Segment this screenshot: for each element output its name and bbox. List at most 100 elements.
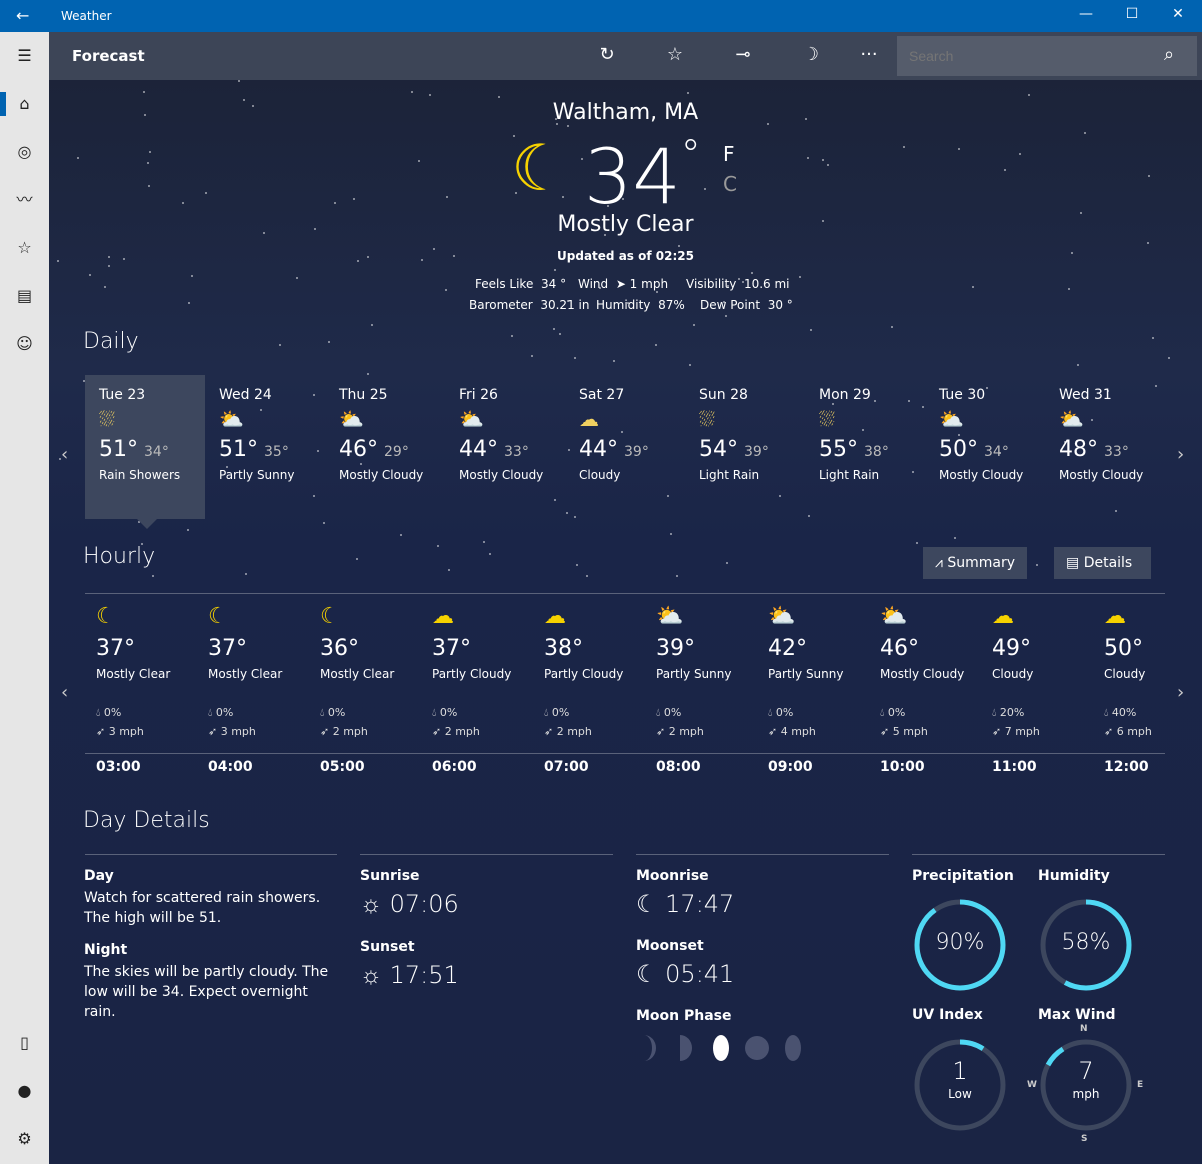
phone-icon[interactable]: ▯ xyxy=(0,1023,49,1063)
hourly-item: ⛅ 42° Partly Sunny 💧︎ 0% ➶ 4 mph 09:00 xyxy=(768,604,880,804)
details-button[interactable]: ▤ Details xyxy=(1054,547,1151,579)
daily-day-card[interactable]: Tue 30 ⛅ 50° 34° Mostly Cloudy xyxy=(925,375,1045,519)
daily-prev-arrow-icon[interactable]: ‹ xyxy=(61,444,68,465)
rain-showers-icon: ⛆ xyxy=(99,407,115,431)
news-icon[interactable]: ▤ xyxy=(0,276,49,316)
hourly-item: ⛅ 46° Mostly Cloudy 💧︎ 0% ➶ 5 mph 10:00 xyxy=(880,604,992,804)
star-decoration xyxy=(149,150,152,153)
day-text: Watch for scattered rain showers. The hi… xyxy=(84,890,321,926)
moon-phase-label: Moon Phase xyxy=(636,1008,732,1024)
daily-day-card[interactable]: Mon 29 ⛆ 55° 38° Light Rain xyxy=(805,375,925,519)
stat-label: Wind xyxy=(578,277,609,291)
star-decoration xyxy=(903,145,906,148)
hour-precip: 0% xyxy=(663,706,682,719)
hour-temp: 42° xyxy=(768,636,807,661)
star-decoration xyxy=(181,201,184,204)
star-decoration xyxy=(612,360,615,363)
refresh-icon[interactable]: ↻ xyxy=(592,44,622,65)
hour-wind: 6 mph xyxy=(1116,725,1152,738)
star-decoration xyxy=(675,574,678,577)
daily-day-card[interactable]: Tue 23 ⛆ 51° 34° Rain Showers xyxy=(85,375,205,519)
summary-button[interactable]: ⩘ Summary xyxy=(923,547,1028,579)
hour-temp: 38° xyxy=(544,636,583,661)
star-decoration xyxy=(334,201,337,204)
settings-gear-icon[interactable]: ⚙ xyxy=(0,1119,49,1159)
star-decoration xyxy=(531,355,534,358)
star-decoration xyxy=(891,326,894,329)
star-decoration xyxy=(678,245,681,248)
location-name: Waltham, MA xyxy=(552,100,699,125)
celsius-toggle[interactable]: C xyxy=(723,172,737,196)
stat-value: 34 ° xyxy=(540,277,567,291)
home-icon[interactable]: ⌂ xyxy=(0,84,49,124)
maximize-icon[interactable]: ☐ xyxy=(1117,6,1147,22)
wind-direction-icon: ➶ xyxy=(208,725,218,738)
hour-condition: Mostly Cloudy xyxy=(880,667,965,681)
more-options-icon[interactable]: ··· xyxy=(854,44,884,65)
day-condition: Light Rain xyxy=(699,468,760,482)
hour-temp: 50° xyxy=(1104,636,1143,661)
day-label: Day xyxy=(84,868,114,884)
star-decoration xyxy=(821,158,824,161)
hamburger-menu-icon[interactable]: ☰ xyxy=(0,36,49,76)
historical-chart-icon[interactable]: 〰 xyxy=(0,180,49,220)
minimize-icon[interactable]: — xyxy=(1071,6,1101,22)
search-input[interactable] xyxy=(897,36,1197,76)
star-decoration xyxy=(148,185,151,188)
day-name: Thu 25 xyxy=(339,387,388,403)
favorites-icon[interactable]: ☆ xyxy=(0,228,49,268)
search-icon[interactable]: ⌕ xyxy=(1164,44,1174,65)
day-name: Sun 28 xyxy=(699,387,748,403)
radar-icon[interactable]: ◎ xyxy=(0,132,49,172)
wind-direction-icon: ➶ xyxy=(544,725,554,738)
hour-time: 04:00 xyxy=(208,759,253,775)
daily-day-card[interactable]: Fri 26 ⛅ 44° 33° Mostly Cloudy xyxy=(445,375,565,519)
star-decoration xyxy=(1084,132,1087,135)
dark-mode-moon-icon[interactable]: ☽ xyxy=(796,44,826,65)
daily-next-arrow-icon[interactable]: › xyxy=(1177,444,1184,465)
partly-cloudy-night-icon: ☁ xyxy=(432,604,454,629)
hour-precip: 0% xyxy=(439,706,458,719)
daily-day-card[interactable]: Sun 28 ⛆ 54° 39° Light Rain xyxy=(685,375,805,519)
star-decoration xyxy=(750,272,753,275)
day-condition: Mostly Cloudy xyxy=(459,468,544,482)
hour-precip: 0% xyxy=(215,706,234,719)
account-avatar-icon[interactable]: ● xyxy=(0,1071,49,1111)
hour-condition: Partly Cloudy xyxy=(544,667,624,681)
feedback-smiley-icon[interactable]: ☺ xyxy=(0,324,49,364)
star-decoration xyxy=(1167,357,1170,360)
hour-wind: 7 mph xyxy=(1004,725,1040,738)
pin-icon[interactable]: ⊸ xyxy=(728,44,758,65)
hourly-prev-arrow-icon[interactable]: ‹ xyxy=(61,682,68,703)
precipitation-value: 90% xyxy=(935,930,985,955)
daily-day-card[interactable]: Thu 25 ⛅ 46° 29° Mostly Cloudy xyxy=(325,375,445,519)
weather-stat: Humidity 87% xyxy=(596,298,685,312)
star-decoration xyxy=(355,558,358,561)
star-decoration xyxy=(411,90,414,93)
back-arrow-icon[interactable]: ← xyxy=(16,6,29,25)
weather-stat: Feels Like 34 ° xyxy=(475,277,566,291)
hour-condition: Partly Cloudy xyxy=(432,667,512,681)
star-decoration xyxy=(143,90,146,93)
star-decoration xyxy=(1147,242,1150,245)
day-name: Mon 29 xyxy=(819,387,871,403)
daily-day-card[interactable]: Wed 31 ⛅ 48° 33° Mostly Cloudy xyxy=(1045,375,1165,519)
favorite-star-icon[interactable]: ☆ xyxy=(660,44,690,65)
star-decoration xyxy=(146,161,149,164)
close-icon[interactable]: ✕ xyxy=(1163,6,1193,22)
star-decoration xyxy=(352,198,355,201)
fahrenheit-toggle[interactable]: F xyxy=(723,142,735,166)
day-condition: Cloudy xyxy=(579,468,621,482)
compass-east: E xyxy=(1137,1080,1144,1090)
hour-time: 06:00 xyxy=(432,759,477,775)
max-wind-unit: mph xyxy=(1072,1087,1100,1101)
precipitation-drop-icon: 💧︎ xyxy=(768,706,773,719)
night-label: Night xyxy=(84,942,128,958)
star-decoration xyxy=(686,92,689,95)
hour-temp: 49° xyxy=(992,636,1031,661)
daily-day-card[interactable]: Wed 24 ⛅ 51° 35° Partly Sunny xyxy=(205,375,325,519)
daily-day-card[interactable]: Sat 27 ☁ 44° 39° Cloudy xyxy=(565,375,685,519)
hourly-heading: Hourly xyxy=(83,544,156,569)
hour-condition: Partly Sunny xyxy=(768,667,844,681)
max-wind-compass xyxy=(1040,1039,1132,1131)
